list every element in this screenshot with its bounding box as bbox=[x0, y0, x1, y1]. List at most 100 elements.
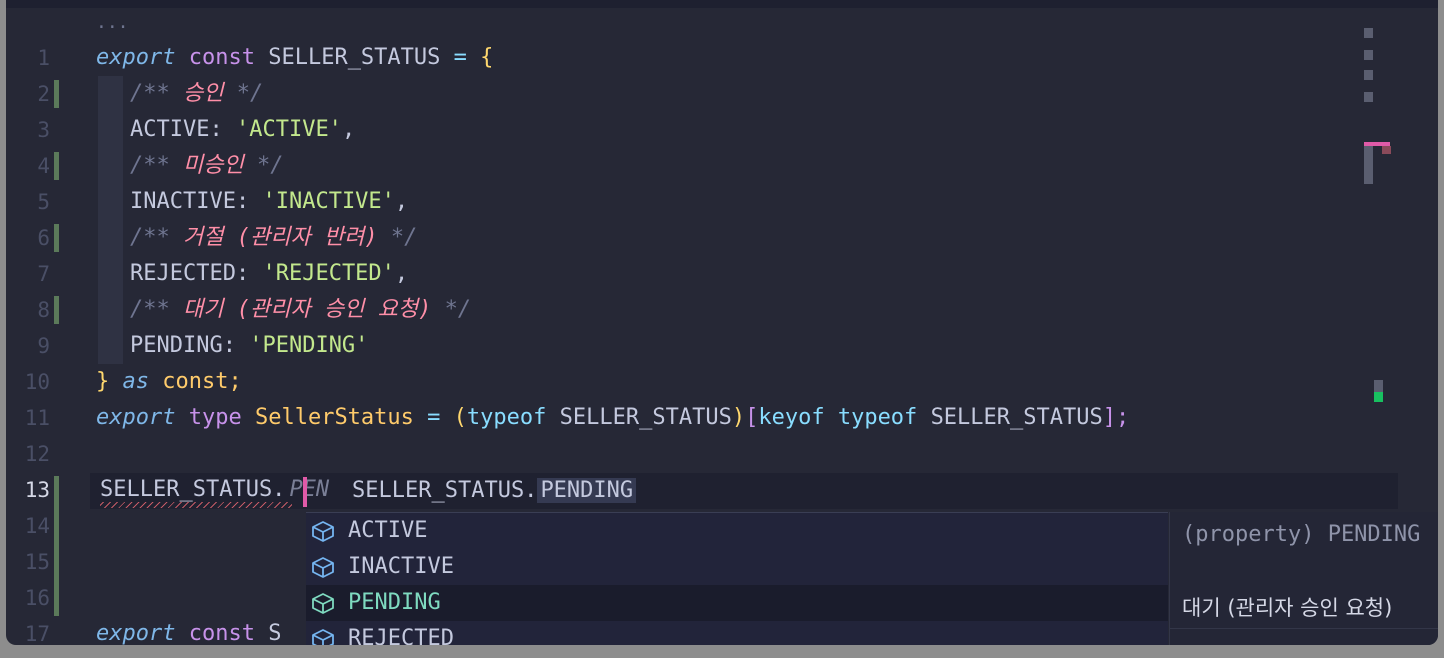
code-line-5[interactable]: INACTIVE: 'INACTIVE', bbox=[130, 184, 408, 220]
comment-text: 거절 (관리자 반려) bbox=[183, 225, 378, 250]
git-added-marker[interactable] bbox=[54, 476, 59, 616]
comment-text: 대기 (관리자 승인 요청) bbox=[183, 297, 432, 322]
code-line-9[interactable]: PENDING: 'PENDING' bbox=[130, 328, 368, 364]
token: ACTIVE: bbox=[130, 117, 223, 142]
token: export bbox=[96, 621, 176, 645]
token: } bbox=[96, 369, 110, 394]
token: INACTIVE: bbox=[130, 189, 250, 214]
comment-delimiter: /** bbox=[130, 81, 170, 106]
comment-text: 미승인 bbox=[183, 153, 244, 178]
git-modified-marker[interactable] bbox=[54, 80, 59, 108]
indent-guide bbox=[98, 76, 123, 364]
line-number: 8 bbox=[37, 298, 50, 322]
overview-ruler-mark bbox=[1364, 146, 1373, 184]
overview-ruler-mark bbox=[1374, 380, 1383, 392]
overview-ruler-mark bbox=[1374, 392, 1383, 402]
code-line-3[interactable]: ACTIVE: 'ACTIVE', bbox=[130, 112, 355, 148]
token: ( bbox=[453, 405, 467, 430]
code-line-17[interactable]: export const S bbox=[96, 616, 281, 645]
text-cursor bbox=[303, 477, 307, 507]
token: ]; bbox=[1102, 405, 1130, 430]
overview-ruler-mark bbox=[1364, 92, 1373, 102]
code-line-10[interactable]: } as const; bbox=[96, 364, 242, 400]
suggestion-details-pane: (property) PENDING 대기 (관리자 승인 요청) bbox=[1169, 512, 1438, 645]
token: , bbox=[394, 189, 409, 214]
autocomplete-suggestions[interactable]: ACTIVE INACTIVE PENDING REJECTED bbox=[306, 512, 1168, 645]
line-number: 17 bbox=[24, 622, 50, 645]
line-number: 3 bbox=[37, 118, 50, 142]
token: REJECTED: bbox=[130, 261, 250, 286]
comment-delimiter: /** bbox=[130, 225, 170, 250]
line-number: 4 bbox=[37, 154, 50, 178]
string-token: 'REJECTED' bbox=[262, 261, 395, 286]
line-number: 9 bbox=[37, 334, 50, 358]
line-number: 16 bbox=[24, 586, 50, 610]
suggestion-label: PENDING bbox=[348, 590, 441, 615]
preview-prefix: SELLER_STATUS. bbox=[352, 478, 538, 503]
line-number: 15 bbox=[24, 550, 50, 574]
comment-delimiter: /** bbox=[130, 297, 170, 322]
property-signature: (property) PENDING bbox=[1182, 522, 1421, 547]
code-line-6[interactable]: /** 거절 (관리자 반려) */ bbox=[130, 220, 417, 256]
line-number: 14 bbox=[24, 514, 50, 538]
token: const bbox=[188, 621, 255, 645]
token: typeof bbox=[837, 405, 918, 430]
token: const bbox=[188, 45, 255, 70]
string-token: 'INACTIVE' bbox=[262, 189, 395, 214]
suggestion-label: INACTIVE bbox=[348, 554, 454, 579]
token: type bbox=[188, 405, 242, 430]
code-editor[interactable]: ... 1 2 3 4 5 6 7 8 9 10 11 12 13 14 15 … bbox=[6, 0, 1438, 645]
suggestion-item-selected[interactable]: PENDING bbox=[306, 585, 1168, 621]
suggestion-label: ACTIVE bbox=[348, 518, 428, 543]
overview-ruler-mark bbox=[1382, 146, 1391, 154]
token: export bbox=[96, 405, 176, 430]
line-number: 7 bbox=[37, 262, 50, 286]
token: const; bbox=[162, 369, 242, 394]
token: S bbox=[268, 621, 282, 645]
string-token: 'PENDING' bbox=[249, 333, 369, 358]
token: SELLER_STATUS bbox=[930, 405, 1103, 430]
overview-ruler-mark bbox=[1364, 70, 1373, 80]
typed-text: SELLER_STATUS. bbox=[100, 477, 286, 502]
token: export bbox=[96, 45, 176, 70]
code-line-4[interactable]: /** 미승인 */ bbox=[130, 148, 283, 184]
code-line-8[interactable]: /** 대기 (관리자 승인 요청) */ bbox=[130, 292, 471, 328]
git-modified-marker[interactable] bbox=[54, 224, 59, 252]
token: = bbox=[453, 45, 467, 70]
code-line-1[interactable]: export const SELLER_STATUS = { bbox=[96, 40, 493, 76]
editor-top-shadow bbox=[6, 0, 1438, 8]
code-line-7[interactable]: REJECTED: 'REJECTED', bbox=[130, 256, 408, 292]
suggestion-item[interactable]: ACTIVE bbox=[306, 513, 1168, 549]
comment-delimiter: /** bbox=[130, 153, 170, 178]
token: as bbox=[122, 369, 150, 394]
folded-region-indicator[interactable]: ... bbox=[96, 12, 129, 33]
line-number-active: 13 bbox=[24, 478, 50, 502]
comment-delimiter: */ bbox=[256, 153, 284, 178]
error-squiggle[interactable] bbox=[100, 502, 292, 508]
property-cube-icon bbox=[312, 557, 334, 578]
line-number: 1 bbox=[37, 46, 50, 70]
string-token: 'ACTIVE' bbox=[235, 117, 342, 142]
ghost-completion-text: PEN bbox=[289, 477, 330, 502]
line-number: 11 bbox=[24, 406, 50, 430]
code-line-11[interactable]: export type SellerStatus = (typeof SELLE… bbox=[96, 400, 1129, 436]
token: SELLER_STATUS bbox=[268, 45, 441, 70]
comment-delimiter: */ bbox=[444, 297, 472, 322]
token: keyof bbox=[758, 405, 825, 430]
token: , bbox=[341, 117, 356, 142]
git-modified-marker[interactable] bbox=[54, 152, 59, 180]
token: [ bbox=[745, 405, 759, 430]
git-modified-marker[interactable] bbox=[54, 296, 59, 324]
suggestion-item[interactable]: INACTIVE bbox=[306, 549, 1168, 585]
line-number: 6 bbox=[37, 226, 50, 250]
divider bbox=[1170, 628, 1438, 629]
property-cube-icon bbox=[312, 593, 334, 614]
suggestion-label: REJECTED bbox=[348, 626, 454, 645]
overview-ruler-mark bbox=[1364, 28, 1373, 38]
line-number: 5 bbox=[37, 190, 50, 214]
comment-text: 승인 bbox=[183, 81, 224, 106]
suggestion-item[interactable]: REJECTED bbox=[306, 621, 1168, 645]
code-line-2[interactable]: /** 승인 */ bbox=[130, 76, 263, 112]
line-number: 2 bbox=[37, 82, 50, 106]
property-cube-icon bbox=[312, 629, 334, 645]
